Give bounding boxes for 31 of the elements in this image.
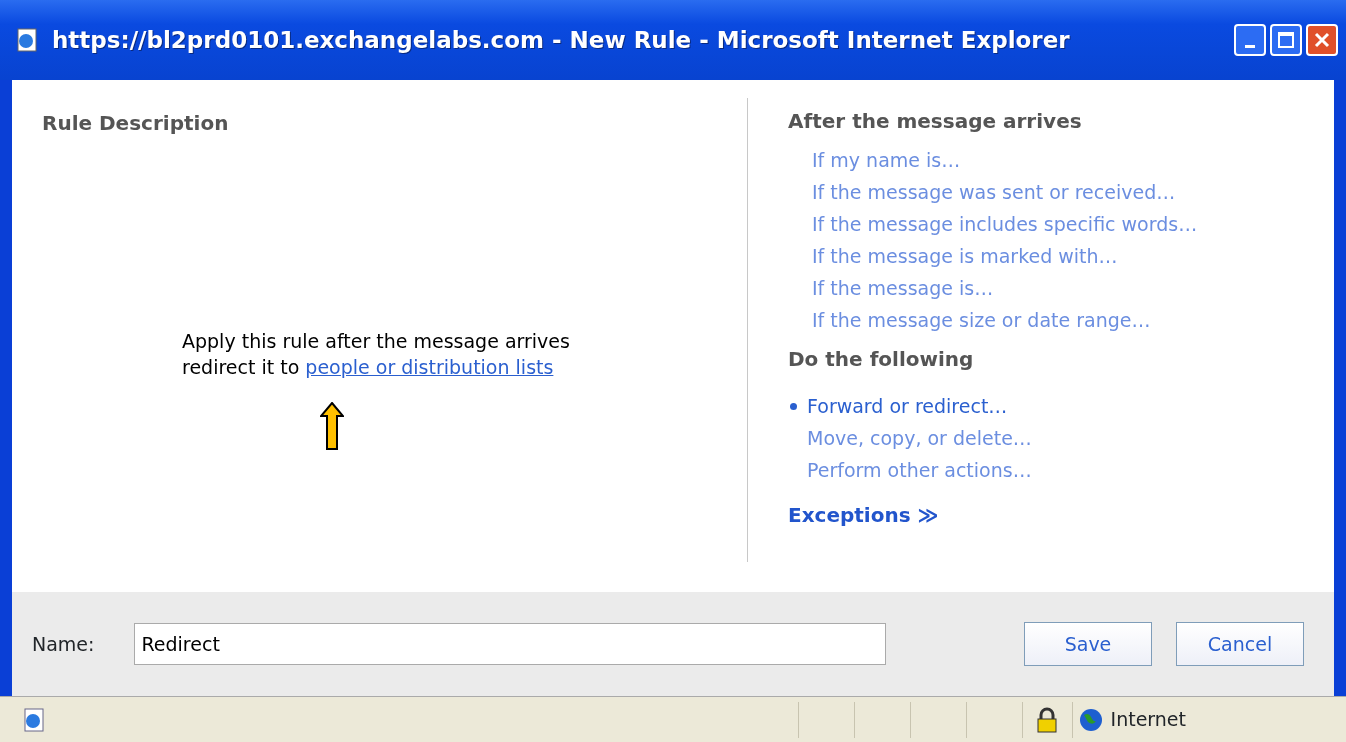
section-heading: Do the following [788,346,975,373]
save-button[interactable]: Save [1024,622,1152,666]
name-input-field[interactable]: Redirect [134,623,887,665]
window-title: https://bl2prd0101.exchangelabs.com - New Rule - Microsoft Internet Explorer [52,25,1071,55]
section-heading: After the message arrives [788,108,1083,135]
up-arrow-icon [320,402,344,450]
condition-link[interactable]: If the message includes specific words… [788,208,1294,240]
people-link[interactable]: people or distribution lists [305,356,554,378]
zone-label: Internet [1110,707,1186,733]
globe-icon [1078,707,1103,732]
section-heading: Rule Description [42,110,230,137]
condition-link[interactable]: If the message is… [788,272,1294,304]
close-icon [1313,31,1331,49]
rule-text: Apply this rule after the message arrives [182,329,571,354]
name-label: Name: [32,631,95,657]
lock-icon [1036,706,1059,733]
action-link[interactable]: Forward or redirect… [807,390,1008,422]
condition-link[interactable]: If the message size or date range… [788,304,1294,336]
close-button[interactable] [1306,24,1338,56]
maximize-button[interactable] [1270,24,1302,56]
minimize-icon [1245,44,1255,48]
cancel-button[interactable]: Cancel [1176,622,1304,666]
condition-link[interactable]: If the message is marked with… [788,240,1294,272]
maximize-icon [1277,31,1295,49]
condition-link[interactable]: If my name is… [788,144,1294,176]
action-link[interactable]: Perform other actions… [807,454,1032,486]
rule-text: redirect it to [182,356,300,378]
minimize-button[interactable] [1234,24,1266,56]
exceptions-link[interactable]: Exceptions ≫ [788,500,939,530]
action-link[interactable]: Move, copy, or delete… [807,422,1032,454]
condition-link[interactable]: If the message was sent or received… [788,176,1294,208]
